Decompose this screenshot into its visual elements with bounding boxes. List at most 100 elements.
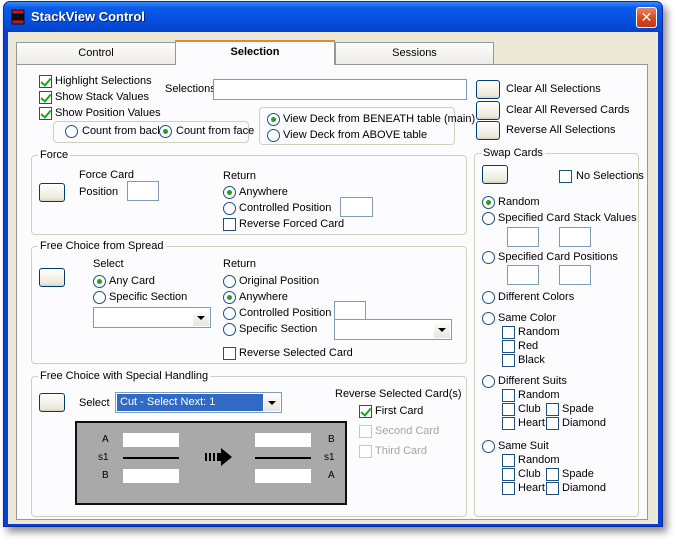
selections-input[interactable]	[213, 79, 467, 100]
count-from-face-radio[interactable]	[159, 125, 172, 138]
app-window: StackView Control ✕ Control Selection Se…	[3, 1, 663, 527]
position-input-2[interactable]	[559, 265, 591, 285]
ss-club-checkbox[interactable]	[502, 468, 515, 481]
view-beneath-radio[interactable]	[267, 113, 280, 126]
first-card-checkbox[interactable]	[359, 405, 372, 418]
any-card-radio[interactable]	[93, 275, 106, 288]
chevron-down-icon[interactable]	[193, 309, 209, 326]
show-position-values-checkbox[interactable]	[39, 107, 52, 120]
stack-value-input-1[interactable]	[507, 227, 539, 247]
red-checkbox[interactable]	[502, 340, 515, 353]
original-position-radio[interactable]	[223, 275, 236, 288]
spread-controlled-radio[interactable]	[223, 307, 236, 320]
ss-heart-checkbox[interactable]	[502, 482, 515, 495]
clear-all-selections-button[interactable]	[476, 80, 500, 99]
force-anywhere-radio[interactable]	[223, 186, 236, 199]
ds-spade-checkbox[interactable]	[546, 403, 559, 416]
count-from-back-radio[interactable]	[65, 125, 78, 138]
different-suits-label: Different Suits	[498, 375, 567, 387]
ss-spade-checkbox[interactable]	[546, 468, 559, 481]
window-client: Control Selection Sessions Highlight Sel…	[8, 32, 658, 524]
preview-left-top-card	[123, 433, 179, 447]
black-label: Black	[518, 354, 545, 366]
show-stack-values-checkbox[interactable]	[39, 91, 52, 104]
no-selections-checkbox[interactable]	[559, 170, 572, 183]
same-color-random-label: Random	[518, 326, 560, 338]
ds-club-label: Club	[518, 403, 541, 415]
ss-diamond-checkbox[interactable]	[546, 482, 559, 495]
special-select-dropdown[interactable]: Cut - Select Next: 1	[115, 392, 282, 413]
close-button[interactable]: ✕	[636, 7, 657, 28]
spread-specific-section-radio[interactable]	[223, 323, 236, 336]
force-card-button[interactable]	[39, 183, 65, 202]
force-controlled-input[interactable]	[340, 197, 373, 217]
different-colors-radio[interactable]	[482, 291, 495, 304]
black-checkbox[interactable]	[502, 354, 515, 367]
swap-random-label: Random	[498, 196, 540, 208]
original-position-label: Original Position	[239, 275, 320, 287]
tab-selection[interactable]: Selection	[175, 40, 335, 65]
same-color-label: Same Color	[498, 312, 557, 324]
ss-heart-label: Heart	[518, 482, 545, 494]
same-suit-radio[interactable]	[482, 440, 495, 453]
highlight-selections-checkbox[interactable]	[39, 75, 52, 88]
force-controlled-radio[interactable]	[223, 202, 236, 215]
different-suits-radio[interactable]	[482, 375, 495, 388]
count-from-face-label: Count from face	[176, 125, 255, 137]
view-above-radio[interactable]	[267, 129, 280, 142]
ss-random-checkbox[interactable]	[502, 454, 515, 467]
spread-section-select[interactable]	[93, 307, 211, 328]
clear-all-selections-label: Clear All Selections	[506, 83, 601, 95]
tab-sessions[interactable]: Sessions	[335, 42, 494, 64]
no-selections-label: No Selections	[576, 170, 644, 182]
spread-select-button[interactable]	[39, 268, 65, 287]
return-section-select[interactable]	[334, 319, 452, 340]
specific-section-label: Specific Section	[109, 291, 188, 303]
specified-stack-values-radio[interactable]	[482, 212, 495, 225]
different-colors-label: Different Colors	[498, 291, 575, 303]
reverse-selected-checkbox[interactable]	[223, 347, 236, 360]
special-select-button[interactable]	[39, 393, 65, 412]
arrow-right-icon	[205, 448, 232, 466]
second-card-checkbox[interactable]	[359, 425, 372, 438]
clear-all-reversed-button[interactable]	[476, 101, 500, 120]
same-color-radio[interactable]	[482, 312, 495, 325]
same-color-random-checkbox[interactable]	[502, 326, 515, 339]
show-stack-values-label: Show Stack Values	[55, 91, 149, 103]
title-bar[interactable]: StackView Control ✕	[4, 2, 662, 32]
preview-right-top-label: B	[328, 434, 335, 445]
ds-random-checkbox[interactable]	[502, 389, 515, 402]
special-select-label: Select	[79, 397, 110, 409]
force-controlled-label: Controlled Position	[239, 202, 332, 214]
force-anywhere-label: Anywhere	[239, 186, 288, 198]
specific-section-radio[interactable]	[93, 291, 106, 304]
swap-random-radio[interactable]	[482, 196, 495, 209]
preview-left-top-label: A	[102, 434, 109, 445]
chevron-down-icon[interactable]	[434, 321, 450, 338]
stack-value-input-2[interactable]	[559, 227, 591, 247]
chevron-down-icon[interactable]	[264, 394, 280, 411]
spread-controlled-input[interactable]	[334, 301, 366, 321]
preview-right-divider	[255, 457, 311, 459]
position-input-1[interactable]	[507, 265, 539, 285]
highlight-selections-label: Highlight Selections	[55, 75, 152, 87]
ds-heart-label: Heart	[518, 417, 545, 429]
ss-random-label: Random	[518, 454, 560, 466]
preview-left-mid-label: s1	[98, 452, 109, 463]
selections-label: Selections	[165, 83, 216, 95]
force-position-input[interactable]	[127, 181, 159, 201]
ds-random-label: Random	[518, 389, 560, 401]
third-card-checkbox[interactable]	[359, 445, 372, 458]
preview-right-bottom-label: A	[328, 470, 335, 481]
ds-heart-checkbox[interactable]	[502, 417, 515, 430]
ds-diamond-checkbox[interactable]	[546, 417, 559, 430]
reverse-all-selections-button[interactable]	[476, 121, 500, 140]
specified-positions-radio[interactable]	[482, 251, 495, 264]
tab-control[interactable]: Control	[16, 42, 176, 64]
reverse-forced-checkbox[interactable]	[223, 218, 236, 231]
specified-positions-label: Specified Card Positions	[498, 251, 618, 263]
count-from-back-label: Count from back	[82, 125, 163, 137]
swap-cards-button[interactable]	[482, 165, 508, 184]
spread-anywhere-radio[interactable]	[223, 291, 236, 304]
ds-club-checkbox[interactable]	[502, 403, 515, 416]
